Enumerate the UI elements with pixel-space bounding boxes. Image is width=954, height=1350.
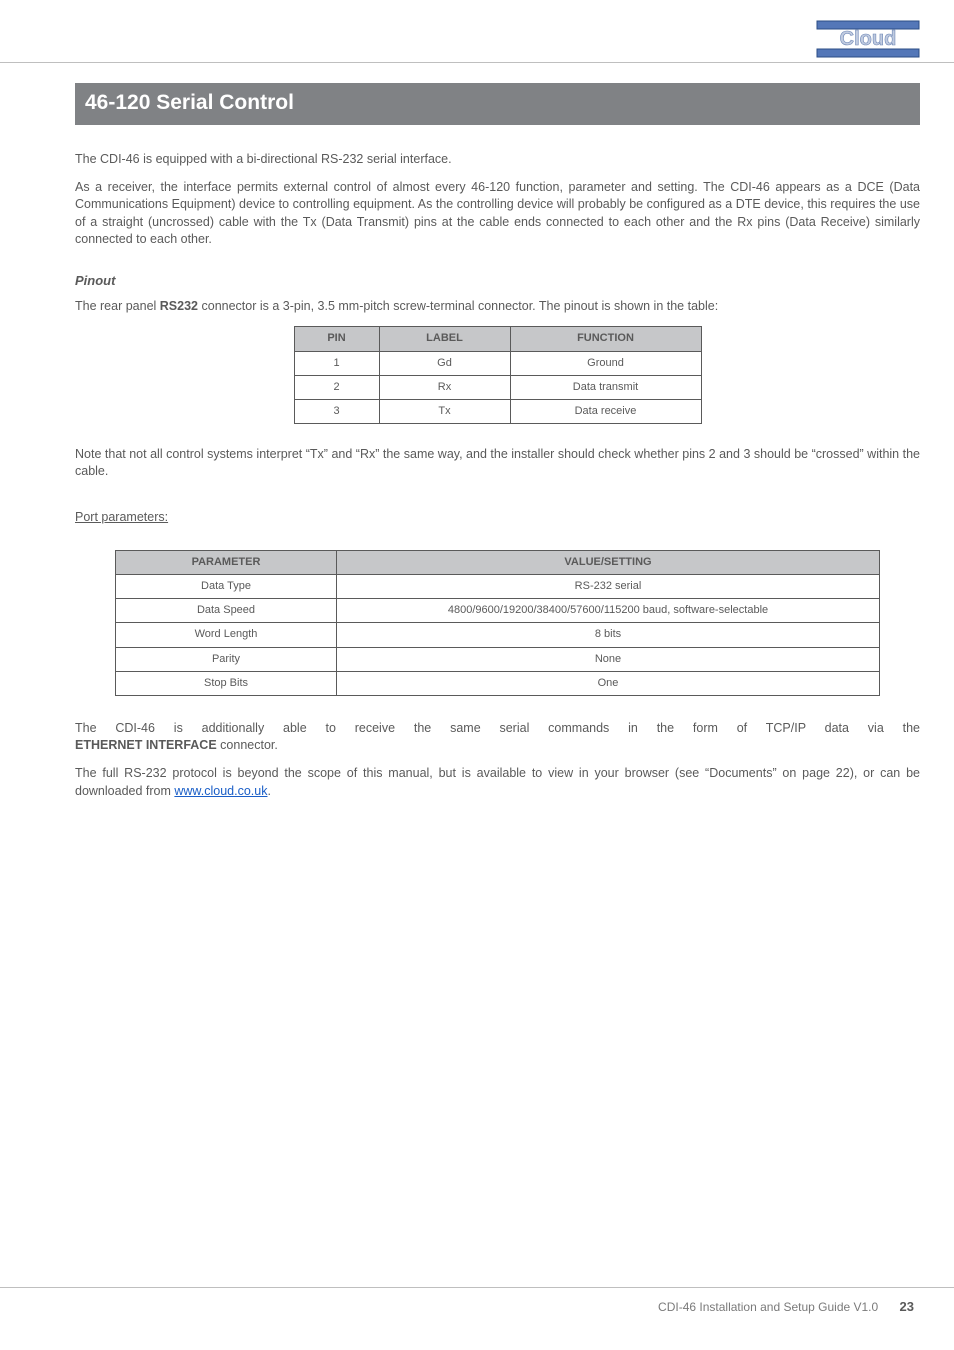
header-divider bbox=[0, 62, 954, 63]
pinout-intro: The rear panel RS232 connector is a 3-pi… bbox=[75, 298, 920, 315]
section-title-text: 46-120 Serial Control bbox=[85, 91, 294, 114]
pinout-cell: Ground bbox=[510, 351, 701, 375]
params-cell: Word Length bbox=[116, 623, 337, 647]
brand-logo: Cloud bbox=[816, 20, 920, 58]
pinout-cell: Gd bbox=[379, 351, 510, 375]
pinout-intro-b: connector is a 3-pin, 3.5 mm-pitch screw… bbox=[198, 299, 718, 313]
table-row: 1 Gd Ground bbox=[294, 351, 701, 375]
params-cell: 4800/9600/19200/38400/57600/115200 baud,… bbox=[337, 599, 880, 623]
pinout-th-pin: PIN bbox=[294, 327, 379, 351]
pinout-intro-a: The rear panel bbox=[75, 299, 160, 313]
intro-paragraph-2: As a receiver, the interface permits ext… bbox=[75, 179, 920, 248]
params-cell: None bbox=[337, 647, 880, 671]
pinout-heading: Pinout bbox=[75, 272, 920, 290]
final-paragraph-2: The full RS-232 protocol is beyond the s… bbox=[75, 765, 920, 800]
params-th-value: VALUE/SETTING bbox=[337, 550, 880, 574]
final-p1-bold: ETHERNET INTERFACE bbox=[75, 738, 217, 752]
pinout-note: Note that not all control systems interp… bbox=[75, 446, 920, 481]
table-row: Stop Bits One bbox=[116, 671, 880, 695]
params-th-param: PARAMETER bbox=[116, 550, 337, 574]
intro-paragraph-1: The CDI-46 is equipped with a bi-directi… bbox=[75, 151, 920, 168]
table-row: 3 Tx Data receive bbox=[294, 399, 701, 423]
final-paragraph-1: The CDI-46 is additionally able to recei… bbox=[75, 720, 920, 737]
table-row: Data Speed 4800/9600/19200/38400/57600/1… bbox=[116, 599, 880, 623]
cloud-website-link[interactable]: www.cloud.co.uk bbox=[174, 784, 267, 798]
page-footer: CDI-46 Installation and Setup Guide V1.0… bbox=[0, 1287, 954, 1316]
final-p1-a: The CDI-46 is additionally able to recei… bbox=[75, 721, 920, 735]
final-p1-b: connector. bbox=[217, 738, 278, 752]
pinout-th-func: FUNCTION bbox=[510, 327, 701, 351]
port-params-table: PARAMETER VALUE/SETTING Data Type RS-232… bbox=[115, 550, 880, 696]
params-cell: Parity bbox=[116, 647, 337, 671]
final-paragraph-1b: ETHERNET INTERFACE connector. bbox=[75, 737, 920, 754]
final-p2-b: . bbox=[267, 784, 270, 798]
params-cell: Stop Bits bbox=[116, 671, 337, 695]
section-title-bar: 46-120 Serial Control bbox=[75, 83, 920, 125]
params-cell: Data Type bbox=[116, 575, 337, 599]
table-row: 2 Rx Data transmit bbox=[294, 375, 701, 399]
port-params-heading: Port parameters: bbox=[75, 509, 920, 526]
params-cell: RS-232 serial bbox=[337, 575, 880, 599]
pinout-cell: 2 bbox=[294, 375, 379, 399]
params-cell: One bbox=[337, 671, 880, 695]
table-row: Word Length 8 bits bbox=[116, 623, 880, 647]
table-row: Data Type RS-232 serial bbox=[116, 575, 880, 599]
pinout-cell: Data receive bbox=[510, 399, 701, 423]
footer-page-number: 23 bbox=[900, 1299, 914, 1314]
logo-text: Cloud bbox=[840, 28, 897, 50]
pinout-cell: Tx bbox=[379, 399, 510, 423]
pinout-table: PIN LABEL FUNCTION 1 Gd Ground 2 Rx Data… bbox=[294, 326, 702, 424]
pinout-th-label: LABEL bbox=[379, 327, 510, 351]
pinout-intro-bold: RS232 bbox=[160, 299, 198, 313]
footer-doc-title: CDI-46 Installation and Setup Guide V1.0 bbox=[658, 1300, 878, 1314]
pinout-cell: Data transmit bbox=[510, 375, 701, 399]
table-row: Parity None bbox=[116, 647, 880, 671]
footer-divider bbox=[0, 1287, 954, 1288]
pinout-cell: 3 bbox=[294, 399, 379, 423]
params-cell: 8 bits bbox=[337, 623, 880, 647]
pinout-cell: Rx bbox=[379, 375, 510, 399]
pinout-cell: 1 bbox=[294, 351, 379, 375]
params-cell: Data Speed bbox=[116, 599, 337, 623]
